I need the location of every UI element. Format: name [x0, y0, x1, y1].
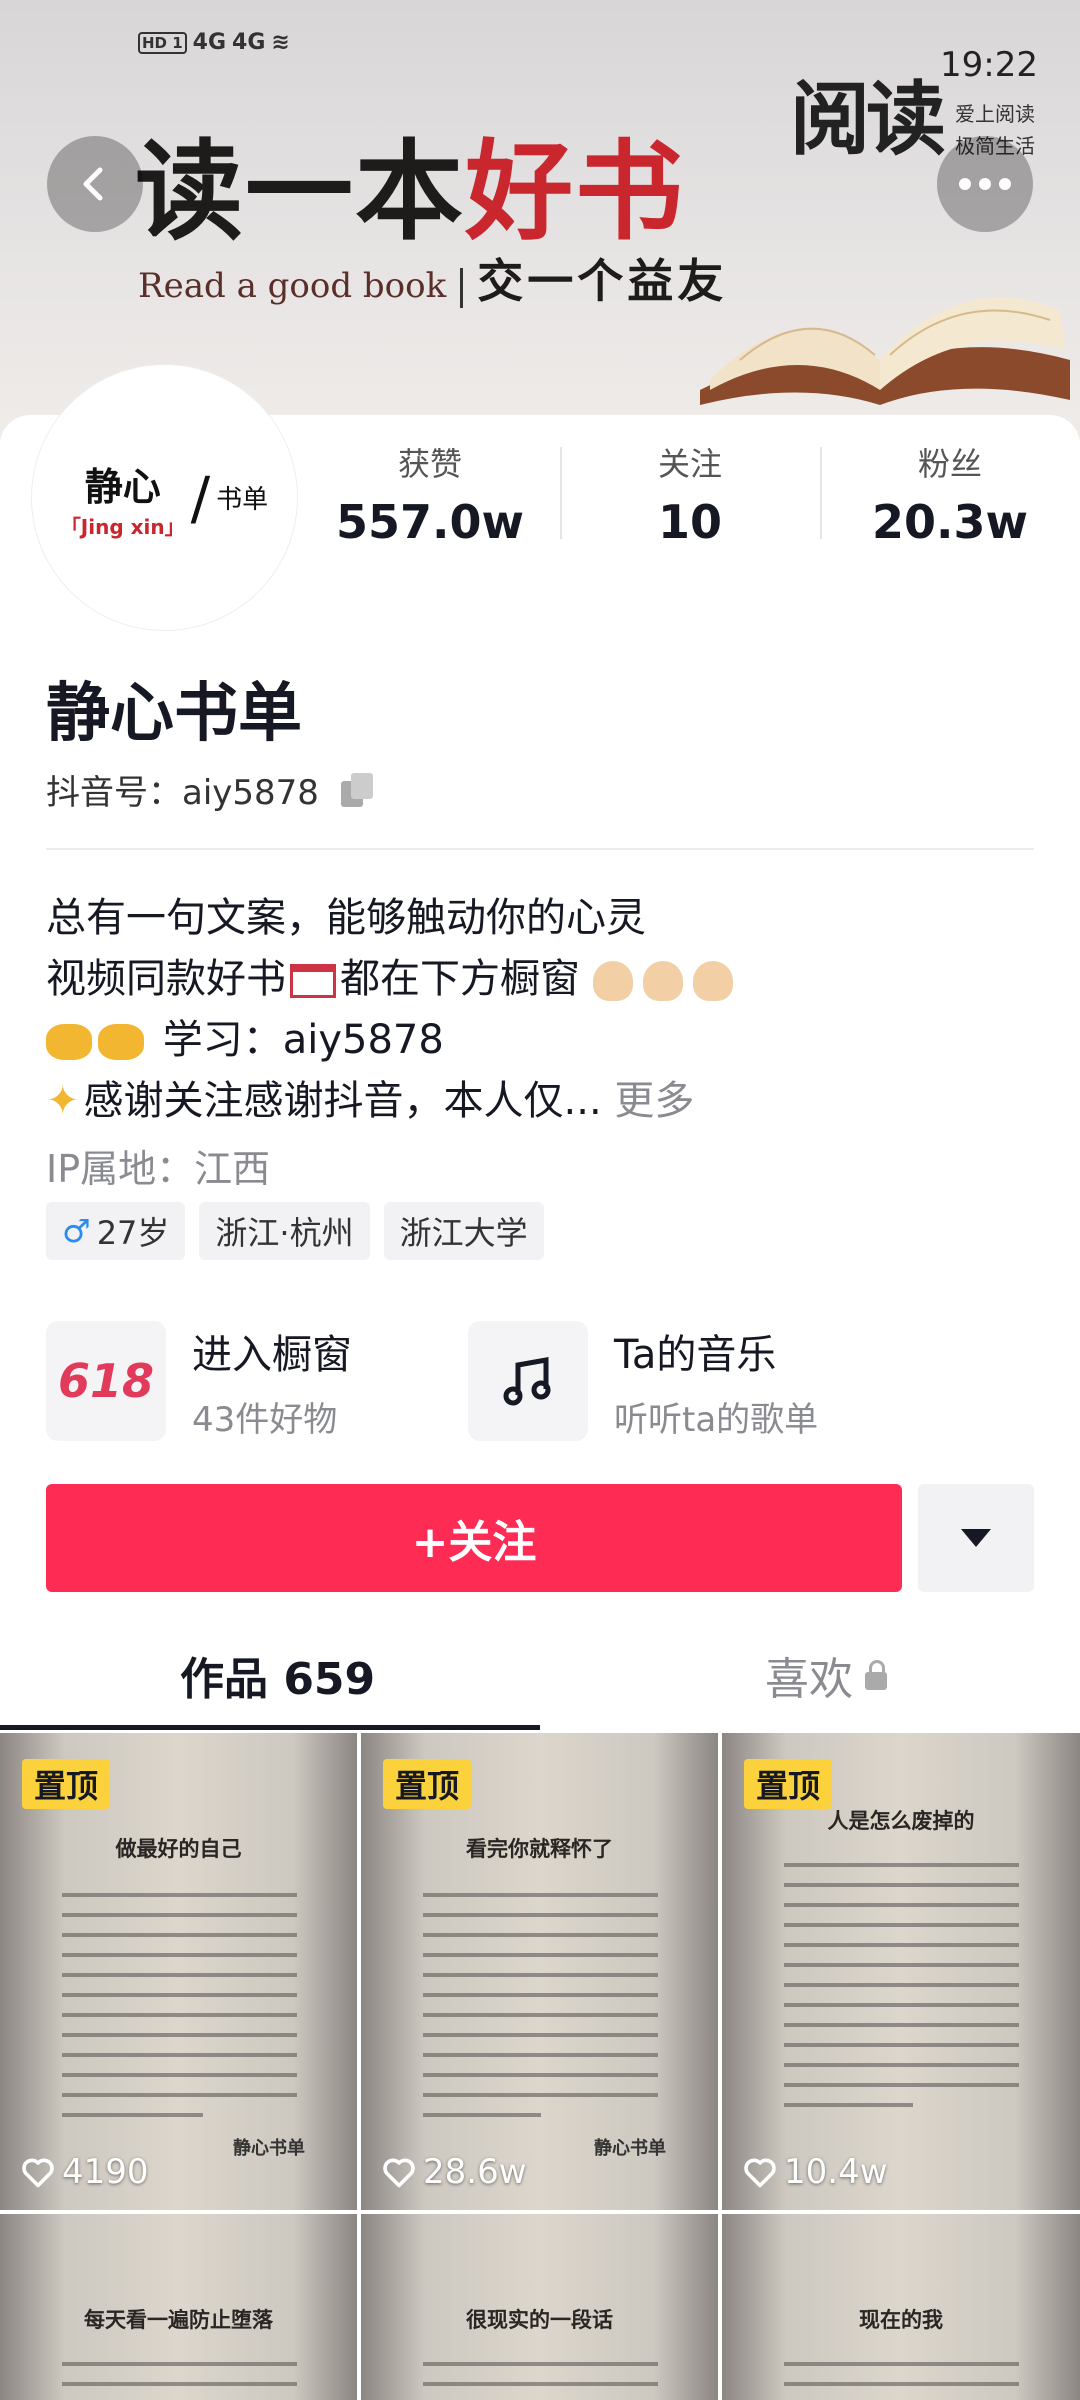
stat-value: 20.3w: [872, 495, 1028, 549]
text-lines: [62, 2362, 297, 2400]
stat-value: 10: [657, 495, 722, 549]
stat-label: 粉丝: [917, 445, 982, 483]
avatar[interactable]: 静心 「Jing xin」 / 书单: [32, 365, 297, 630]
text-lines: [62, 1893, 297, 2133]
pointing-down-icon: [692, 961, 733, 1001]
profile-bio[interactable]: 总有一句文案，能够触动你的心灵 视频同款好书 都在下方橱窗 学习：aiy5878 …: [46, 888, 743, 1132]
tab-works[interactable]: 作品 659: [180, 1643, 375, 1707]
entry-title: Ta的音乐: [614, 1331, 777, 1378]
music-entry[interactable]: Ta的音乐 听听ta的歌单: [468, 1320, 818, 1442]
content-tabs: 作品 659 喜欢: [0, 1625, 1080, 1730]
more-actions-button[interactable]: [918, 1484, 1034, 1592]
bio-line: 总有一句文案，能够触动你的心灵: [46, 895, 646, 941]
more-dots-icon: [959, 178, 1011, 190]
video-grid: 置顶 做最好的自己 静心书单 4190 置顶 看完你就释怀了 静心书单 28.6…: [0, 1733, 1080, 2400]
chevron-left-icon: [83, 167, 103, 201]
video-thumbnail[interactable]: 现在的我: [722, 2214, 1080, 2400]
pinned-badge: 置顶: [383, 1759, 472, 1809]
entry-subtitle: 43件好物: [192, 1399, 338, 1440]
pinned-badge: 置顶: [22, 1759, 111, 1809]
heart-icon: [744, 2158, 776, 2188]
video-title: 现在的我: [859, 2307, 943, 2332]
caret-down-icon: [961, 1529, 991, 1547]
avatar-logo-slash: /: [190, 463, 211, 532]
bio-line: 学习：aiy5878: [46, 1010, 743, 1071]
video-likes: 10.4w: [742, 2152, 888, 2192]
entry-title: 进入橱窗: [192, 1331, 352, 1378]
follow-button[interactable]: +关注: [46, 1484, 902, 1592]
ip-location: IP属地：江西: [46, 1147, 271, 1191]
heart-icon: [383, 2158, 415, 2188]
book-emoji-icon: [290, 964, 336, 998]
tab-likes[interactable]: 喜欢: [765, 1643, 887, 1707]
video-title: 看完你就释怀了: [466, 1836, 613, 1861]
wifi-icon: ≋: [271, 30, 290, 55]
signal-icon: 4G: [192, 30, 227, 55]
profile-tags: ♂ 27岁 浙江·杭州 浙江大学: [46, 1202, 544, 1260]
bio-line: ✦ 感谢关注感谢抖音，本人仅... 更多: [46, 1071, 743, 1132]
video-title: 做最好的自己: [115, 1836, 242, 1861]
divider: [46, 848, 1034, 850]
lock-icon: [865, 1660, 887, 1690]
shop-618-icon: 618: [46, 1321, 166, 1441]
douyin-id-text: 抖音号：aiy5878: [46, 773, 319, 813]
more-options-button[interactable]: [937, 136, 1033, 232]
signal-icon-2: 4G: [232, 30, 266, 55]
text-lines: [423, 2362, 658, 2400]
status-time: 19:22: [940, 45, 1038, 85]
pinned-badge: 置顶: [744, 1759, 833, 1809]
banner-title: 读一本好书: [135, 129, 686, 255]
video-likes: 4190: [20, 2152, 149, 2192]
stat-following[interactable]: 关注 10: [560, 435, 820, 555]
stat-label: 获赞: [397, 445, 462, 483]
tag-age: ♂ 27岁: [46, 1202, 186, 1260]
video-signature: 静心书单: [594, 2138, 666, 2159]
stat-likes[interactable]: 获赞 557.0w: [300, 435, 560, 555]
tab-indicator: [0, 1725, 540, 1730]
bio-line: 视频同款好书 都在下方橱窗: [46, 949, 743, 1010]
handshake-icon: [46, 1024, 92, 1060]
copy-icon[interactable]: [340, 772, 375, 807]
video-likes: 28.6w: [381, 2152, 527, 2192]
stat-label: 关注: [657, 445, 722, 483]
avatar-logo-right: 书单: [216, 485, 269, 515]
back-button[interactable]: [47, 136, 143, 232]
pointing-down-icon: [592, 961, 633, 1001]
avatar-logo-sub: 「Jing xin」: [60, 514, 185, 539]
video-title: 人是怎么废掉的: [827, 1808, 975, 1833]
profile-stats: 获赞 557.0w 关注 10 粉丝 20.3w: [300, 435, 1080, 555]
tag-school: 浙江大学: [383, 1202, 544, 1260]
male-icon: ♂: [62, 1212, 91, 1250]
text-lines: [784, 1863, 1019, 2123]
video-thumbnail[interactable]: 置顶 人是怎么废掉的 10.4w: [722, 1733, 1080, 2210]
status-bar: HD 1 4G 4G ≋: [138, 30, 290, 55]
handshake-icon: [98, 1024, 144, 1060]
text-lines: [423, 1893, 658, 2133]
bio-more-link[interactable]: 更多: [614, 1078, 694, 1124]
avatar-logo-main: 静心: [84, 463, 161, 509]
video-thumbnail[interactable]: 很现实的一段话: [361, 2214, 718, 2400]
text-lines: [784, 2362, 1019, 2400]
heart-icon: [22, 2158, 54, 2188]
video-thumbnail[interactable]: 每天看一遍防止堕落: [0, 2214, 357, 2400]
open-book-image: [700, 297, 1070, 405]
music-note-icon: [468, 1321, 588, 1441]
video-thumbnail[interactable]: 置顶 做最好的自己 静心书单 4190: [0, 1733, 357, 2210]
video-title: 很现实的一段话: [466, 2307, 613, 2332]
banner-corner-title: 阅读: [790, 72, 946, 166]
video-title: 每天看一遍防止堕落: [84, 2307, 273, 2332]
pointing-down-icon: [642, 961, 683, 1001]
tag-location: 浙江·杭州: [199, 1202, 370, 1260]
banner-subtitle: Read a good book 交一个益友: [138, 254, 728, 308]
douyin-id[interactable]: 抖音号：aiy5878: [46, 765, 375, 814]
entry-subtitle: 听听ta的歌单: [614, 1399, 819, 1440]
video-thumbnail[interactable]: 置顶 看完你就释怀了 静心书单 28.6w: [361, 1733, 718, 2210]
stat-value: 557.0w: [336, 495, 524, 549]
video-signature: 静心书单: [233, 2138, 305, 2159]
sparkles-icon: ✦: [46, 1078, 80, 1124]
stat-followers[interactable]: 粉丝 20.3w: [820, 435, 1080, 555]
profile-name: 静心书单: [46, 677, 302, 751]
shop-window-entry[interactable]: 618 进入橱窗 43件好物: [46, 1320, 352, 1442]
